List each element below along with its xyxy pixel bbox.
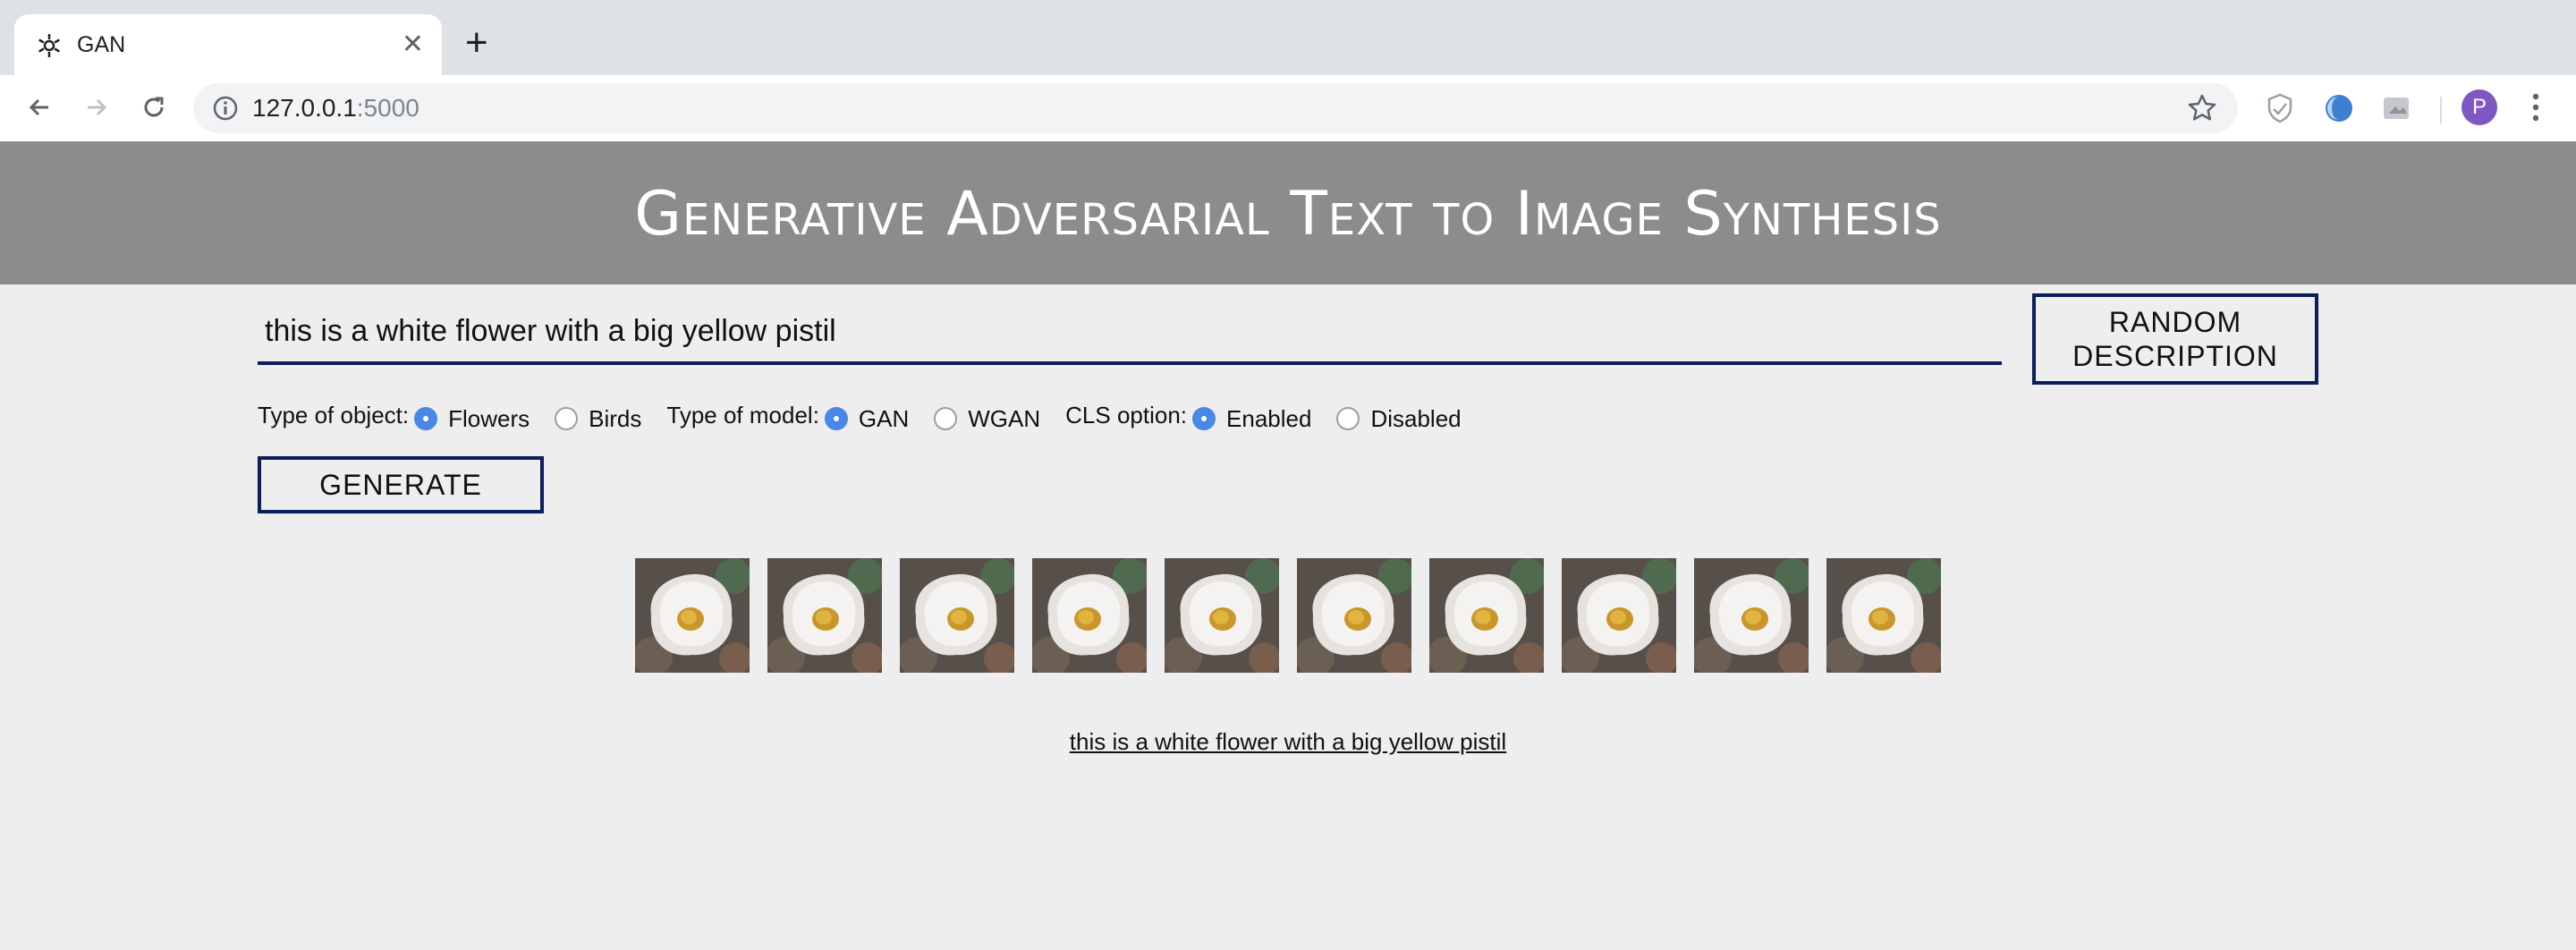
toolbar-separator: [2440, 97, 2442, 123]
radio-gan[interactable]: [824, 407, 848, 430]
cls-option-label: CLS option:: [1065, 401, 1188, 428]
radio-flowers-label[interactable]: Flowers: [448, 405, 530, 433]
generated-flower-image: [900, 558, 1014, 673]
radio-cls-disabled-label[interactable]: Disabled: [1370, 405, 1461, 433]
reload-icon[interactable]: [132, 86, 175, 129]
more-menu-icon[interactable]: [2522, 88, 2549, 127]
address-bar[interactable]: 127.0.0.1:5000: [193, 83, 2238, 133]
new-tab-icon[interactable]: +: [465, 23, 488, 63]
radio-cls-enabled[interactable]: [1192, 407, 1216, 430]
random-description-button[interactable]: Random Description: [2032, 293, 2318, 385]
shield-extension-icon[interactable]: [2263, 91, 2297, 125]
browser-toolbar: 127.0.0.1:5000 P: [0, 75, 2576, 142]
generate-button[interactable]: Generate: [258, 456, 544, 513]
radio-gan-label[interactable]: GAN: [859, 405, 909, 433]
browser-tabstrip: GAN ✕ +: [0, 0, 2576, 75]
result-caption[interactable]: this is a white flower with a big yellow…: [0, 728, 2576, 756]
generated-flower-image: [1297, 558, 1411, 673]
gear-icon: [36, 32, 63, 59]
radio-birds-label[interactable]: Birds: [589, 405, 641, 433]
radio-cls-disabled[interactable]: [1336, 407, 1360, 430]
radio-flowers[interactable]: [414, 407, 438, 430]
generated-flower-image: [1429, 558, 1544, 673]
radio-birds[interactable]: [555, 407, 579, 430]
object-type-label: Type of object:: [258, 401, 410, 428]
generated-flower-image: [1826, 558, 1941, 673]
radio-wgan-label[interactable]: WGAN: [968, 405, 1040, 433]
generated-flower-image: [1562, 558, 1676, 673]
blue-extension-icon[interactable]: [2322, 91, 2356, 125]
gray-extension-icon[interactable]: [2379, 91, 2413, 125]
page-title: Generative Adversarial Text to Image Syn…: [634, 179, 1942, 250]
description-input[interactable]: [258, 301, 2002, 365]
back-icon[interactable]: [18, 86, 61, 129]
bookmark-star-icon[interactable]: [2186, 92, 2218, 124]
page-content: Generative Adversarial Text to Image Syn…: [0, 141, 2576, 950]
generated-flower-image: [1694, 558, 1809, 673]
generated-images: [635, 558, 1941, 673]
generated-flower-image: [635, 558, 750, 673]
generated-flower-image: [767, 558, 882, 673]
info-icon[interactable]: [211, 94, 240, 123]
radio-cls-enabled-label[interactable]: Enabled: [1226, 405, 1311, 433]
close-icon[interactable]: ✕: [402, 29, 424, 61]
model-type-label: Type of model:: [666, 401, 819, 428]
forward-icon[interactable]: [75, 86, 118, 129]
url-text: 127.0.0.1:5000: [252, 94, 419, 122]
radio-wgan[interactable]: [934, 407, 958, 430]
header-banner: Generative Adversarial Text to Image Syn…: [0, 141, 2576, 284]
generated-flower-image: [1032, 558, 1147, 673]
options-row: Type of object: Flowers Birds Type of mo…: [258, 401, 1487, 437]
profile-avatar[interactable]: P: [2462, 89, 2497, 125]
generated-flower-image: [1165, 558, 1279, 673]
tab-title: GAN: [77, 32, 126, 57]
browser-tab[interactable]: GAN ✕: [14, 14, 442, 75]
